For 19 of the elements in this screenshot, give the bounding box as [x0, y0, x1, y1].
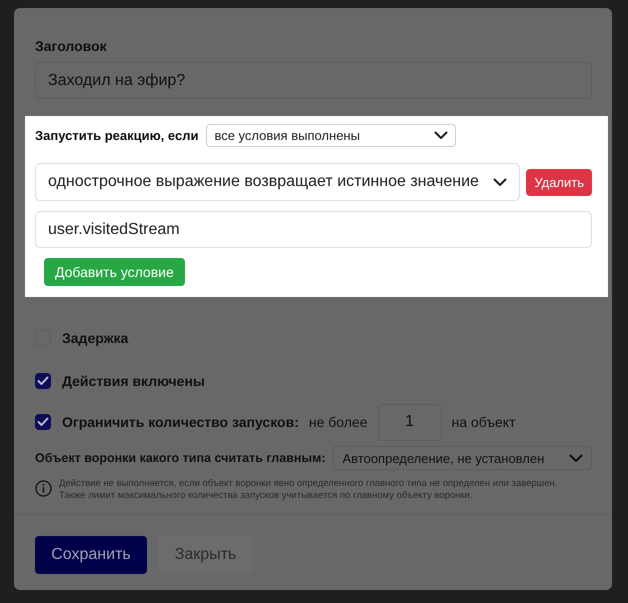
limit-prefix: не более: [308, 414, 368, 430]
field-label: Заголовок: [35, 38, 107, 54]
limit-field[interactable]: 1: [378, 404, 442, 440]
expression-field[interactable]: user.visitedStream: [35, 211, 592, 248]
condition-mode-select[interactable]: все условия выполнены: [206, 124, 456, 147]
funnel-type-select[interactable]: Автоопределение, не установлен: [333, 446, 592, 470]
funnel-note: Действие не выполняется, если объект воронки явно определенного главного типа не определен или завершен. Также лимит максимального количества запусков учитывается по главному объекту воронки.: [59, 478, 558, 502]
delete-button[interactable]: Удалить: [526, 168, 592, 196]
condition-type-select[interactable]: однострочное выражение возвращает истинное значение: [35, 163, 520, 201]
condition-label: Запустить реакцию, если: [35, 128, 198, 143]
save-button[interactable]: Сохранить: [35, 536, 147, 574]
add-condition-button[interactable]: Добавить условие: [44, 258, 185, 286]
option-label: Ограничить количество запусков:: [62, 414, 299, 430]
option-label: Действия включены: [62, 372, 205, 388]
funnel-label: Объект воронки какого типа считать главным:: [35, 451, 326, 465]
option-label: Задержка: [62, 330, 128, 346]
close-button[interactable]: Закрыть: [158, 536, 253, 574]
title-field[interactable]: Заходил на эфир?: [35, 62, 592, 99]
limit-suffix: на объект: [452, 414, 516, 430]
